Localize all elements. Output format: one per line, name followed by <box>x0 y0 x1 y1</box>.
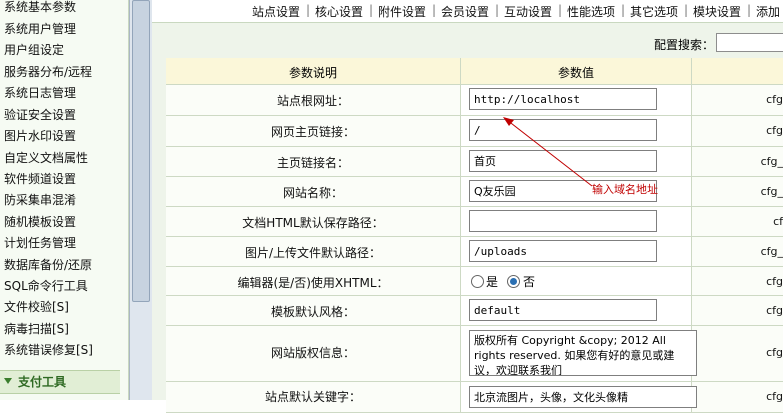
sidebar-section-label: 支付工具 <box>18 375 67 389</box>
sidebar-item-random-template[interactable]: 随机模板设置 <box>4 212 76 233</box>
sidebar-item-security[interactable]: 验证安全设置 <box>4 105 76 126</box>
sidebar-item-server-distribution[interactable]: 服务器分布/远程 <box>4 62 92 83</box>
sidebar: 系统基本参数 系统用户管理 用户组设定 服务器分布/远程 系统日志管理 验证安全… <box>0 0 129 400</box>
sidebar-item-user-groups[interactable]: 用户组设定 <box>4 40 64 61</box>
sidebar-item-watermark[interactable]: 图片水印设置 <box>4 126 76 147</box>
sidebar-item-system-log[interactable]: 系统日志管理 <box>4 83 76 104</box>
sidebar-item-sql-tool[interactable]: SQL命令行工具 <box>4 276 88 297</box>
sidebar-item-error-repair[interactable]: 系统错误修复[S] <box>4 340 93 361</box>
sidebar-item-file-check[interactable]: 文件校验[S] <box>4 297 69 318</box>
sidebar-item-anti-scrape[interactable]: 防采集串混淆 <box>4 190 76 211</box>
sidebar-item-virus-scan[interactable]: 病毒扫描[S] <box>4 319 69 340</box>
sidebar-item-software-channel[interactable]: 软件频道设置 <box>4 169 76 190</box>
triangle-down-icon <box>4 378 12 384</box>
sidebar-section-payment[interactable]: 支付工具 <box>0 370 120 394</box>
annotation-arrow <box>503 117 593 187</box>
sidebar-item-db-backup[interactable]: 数据库备份/还原 <box>4 255 92 276</box>
sidebar-item-custom-attributes[interactable]: 自定义文档属性 <box>4 148 88 169</box>
scrollbar-thumb[interactable] <box>132 0 150 302</box>
sidebar-scrollbar[interactable] <box>129 0 153 400</box>
annotation-text: 输入域名地址 <box>592 183 658 196</box>
main-panel: 站点设置 | 核心设置 | 附件设置 | 会员设置 | 互动设置 | 性能选项 … <box>152 0 783 413</box>
sidebar-item-system-basic[interactable]: 系统基本参数 <box>4 0 76 18</box>
sidebar-item-system-users[interactable]: 系统用户管理 <box>4 19 76 40</box>
sidebar-item-scheduled-tasks[interactable]: 计划任务管理 <box>4 233 76 254</box>
